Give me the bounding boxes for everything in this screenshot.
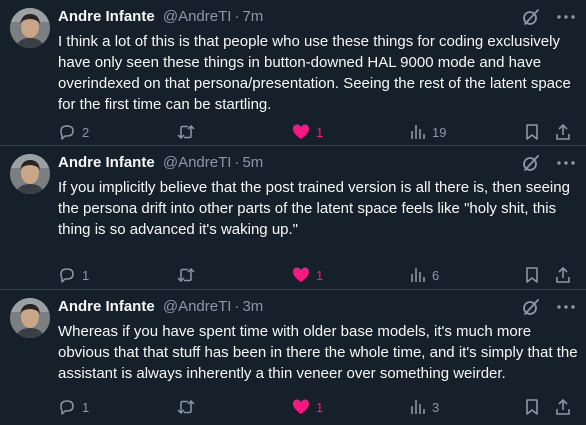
- grok-icon[interactable]: [522, 154, 540, 172]
- grok-icon[interactable]: [522, 8, 540, 26]
- like-button[interactable]: 1: [292, 122, 323, 142]
- views-icon: [411, 400, 425, 414]
- view-count: 19: [432, 124, 447, 140]
- tweet-actions: 1 1: [58, 265, 574, 285]
- avatar[interactable]: [10, 154, 50, 194]
- views-button[interactable]: 6: [410, 265, 439, 285]
- retweet-button[interactable]: [176, 265, 202, 285]
- retweet-button[interactable]: [176, 122, 202, 142]
- views-button[interactable]: 19: [410, 122, 446, 142]
- author-name[interactable]: Andre Infante: [58, 154, 155, 171]
- reply-button[interactable]: 2: [58, 122, 89, 142]
- like-count: 1: [316, 399, 324, 415]
- heart-icon: [293, 124, 309, 139]
- like-button[interactable]: 1: [292, 265, 323, 285]
- like-count: 1: [316, 267, 324, 283]
- bookmark-button[interactable]: [524, 122, 540, 142]
- share-icon: [556, 398, 570, 415]
- like-count: 1: [316, 124, 324, 140]
- tweet-feed: Andre Infante @AndreTI · 7m I think a lot …: [0, 0, 586, 425]
- more-icon[interactable]: [556, 298, 576, 316]
- tweet-header: Andre Infante @AndreTI · 7m: [58, 8, 263, 26]
- share-icon: [556, 123, 570, 140]
- tweet[interactable]: Andre Infante @AndreTI · 7m I think a lot …: [0, 0, 586, 146]
- author-handle[interactable]: @AndreTI: [163, 298, 232, 315]
- author-name[interactable]: Andre Infante: [58, 8, 155, 25]
- retweet-icon: [177, 399, 195, 415]
- reply-icon: [60, 268, 74, 283]
- heart-icon: [293, 399, 309, 414]
- bookmark-button[interactable]: [524, 265, 540, 285]
- retweet-icon: [177, 124, 195, 140]
- tweet-header: Andre Infante @AndreTI · 3m: [58, 298, 263, 316]
- avatar[interactable]: [10, 8, 50, 48]
- reply-button[interactable]: 1: [58, 265, 89, 285]
- tweet-actions: 2 1 19: [58, 122, 574, 142]
- avatar[interactable]: [10, 298, 50, 338]
- author-handle[interactable]: @AndreTI: [163, 8, 232, 25]
- share-button[interactable]: [554, 122, 572, 142]
- tweet-header: Andre Infante @AndreTI · 5m: [58, 154, 263, 172]
- timestamp[interactable]: 5m: [242, 154, 263, 171]
- tweet-text: If you implicitly believe that the post …: [58, 179, 570, 238]
- share-button[interactable]: [554, 397, 572, 417]
- author-handle[interactable]: @AndreTI: [163, 154, 232, 171]
- more-icon[interactable]: [556, 154, 576, 172]
- views-button[interactable]: 3: [410, 397, 439, 417]
- grok-icon[interactable]: [522, 298, 540, 316]
- reply-count: 1: [82, 399, 90, 415]
- more-icon[interactable]: [556, 8, 576, 26]
- like-button[interactable]: 1: [292, 397, 323, 417]
- views-icon: [411, 268, 425, 282]
- retweet-button[interactable]: [176, 397, 202, 417]
- views-icon: [411, 125, 425, 139]
- share-icon: [556, 266, 570, 283]
- timestamp[interactable]: 7m: [242, 8, 263, 25]
- tweet[interactable]: Andre Infante @AndreTI · 3m Whereas if you…: [0, 290, 586, 425]
- reply-count: 2: [82, 124, 90, 140]
- tweet-text: I think a lot of this is that people who…: [58, 33, 571, 113]
- view-count: 6: [432, 267, 440, 283]
- author-name[interactable]: Andre Infante: [58, 298, 155, 315]
- separator-dot: ·: [234, 154, 240, 171]
- retweet-icon: [177, 267, 195, 283]
- tweet-text: Whereas if you have spent time with olde…: [58, 323, 578, 382]
- tweet[interactable]: Andre Infante @AndreTI · 5m If you implici…: [0, 146, 586, 290]
- tweet-actions: 1 1: [58, 397, 574, 417]
- bookmark-button[interactable]: [524, 397, 540, 417]
- bookmark-icon: [526, 124, 538, 140]
- bookmark-icon: [526, 399, 538, 415]
- timestamp[interactable]: 3m: [242, 298, 263, 315]
- view-count: 3: [432, 399, 440, 415]
- reply-button[interactable]: 1: [58, 397, 89, 417]
- separator-dot: ·: [234, 8, 240, 25]
- heart-icon: [293, 267, 309, 282]
- reply-icon: [60, 125, 74, 140]
- bookmark-icon: [526, 267, 538, 283]
- reply-count: 1: [82, 267, 90, 283]
- share-button[interactable]: [554, 265, 572, 285]
- separator-dot: ·: [234, 298, 240, 315]
- reply-icon: [60, 400, 74, 415]
